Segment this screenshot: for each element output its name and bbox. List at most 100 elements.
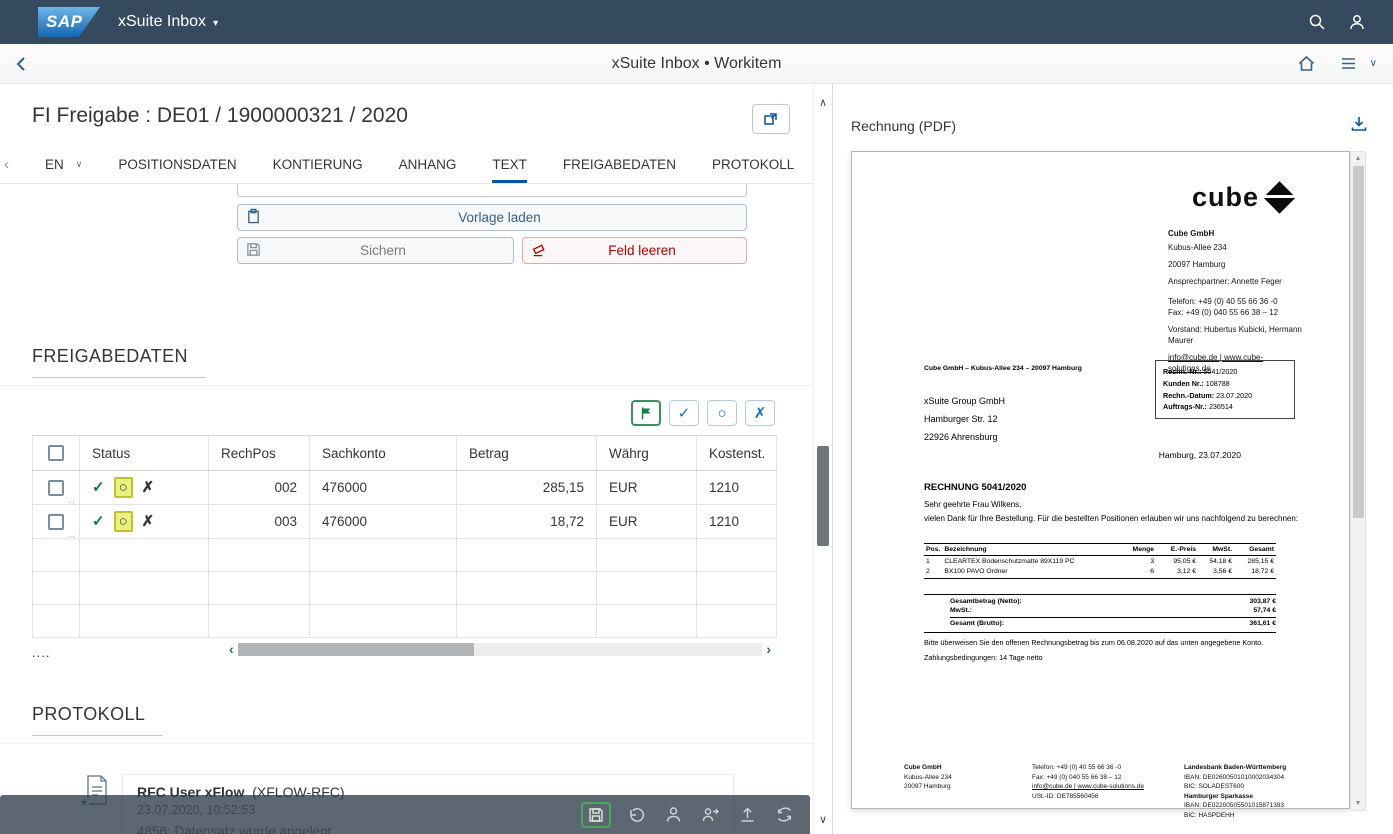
back-button[interactable] — [0, 44, 44, 84]
status-approve-icon[interactable]: ✓ — [92, 514, 105, 529]
cube-logo-text: cube — [1192, 182, 1259, 213]
freigabedaten-heading: FREIGABEDATEN — [32, 346, 206, 378]
invoice-company-block: Cube GmbH Kubus-Allee 234 20097 Hamburg … — [1168, 228, 1304, 374]
flag-button[interactable] — [631, 400, 661, 426]
protokoll-heading: PROTOKOLL — [32, 704, 163, 736]
assign-user-icon[interactable] — [661, 803, 685, 827]
reject-all-button[interactable]: ✗ — [745, 400, 775, 426]
table-row: .. ✓ ○ ✗ 003 476000 18,72 EUR 1210 — [33, 505, 777, 539]
select-all-checkbox[interactable] — [48, 445, 64, 461]
invoice-item-row: 1 CLEARTEX Bodenschutzmatte 89X119 PC 3 … — [924, 556, 1276, 567]
table-hscrollbar[interactable] — [238, 643, 763, 656]
upload-icon[interactable] — [735, 803, 759, 827]
cube-logo: cube — [1192, 182, 1291, 213]
status-hold-icon[interactable]: ○ — [114, 477, 133, 498]
pdf-scroll-up-icon[interactable]: ▲ — [1351, 155, 1365, 162]
pdf-scrollbar[interactable]: ▲ ▼ — [1350, 151, 1366, 811]
approve-all-button[interactable]: ✓ — [669, 400, 699, 426]
cell-sachkonto: 476000 — [310, 471, 457, 505]
open-in-window-button[interactable] — [752, 104, 790, 134]
save-text-button[interactable]: Sichern — [237, 237, 514, 264]
app-title-dropdown-icon: ▾ — [213, 18, 218, 29]
invoice-totals: Gesamtbetrag (Netto):303,87 € MwSt.:57,7… — [924, 594, 1276, 633]
invoice-page: cube Cube GmbH Kubus-Allee 234 20097 Ham… — [851, 151, 1350, 809]
col-waehrg[interactable]: Währg — [597, 436, 697, 471]
invoice-salutation: Sehr geehrte Frau Wilkens, — [924, 500, 1021, 509]
undo-icon[interactable] — [624, 803, 648, 827]
freigabe-toolbar: ✓ ○ ✗ — [0, 400, 775, 426]
tab-anhang[interactable]: ANHANG — [399, 146, 457, 183]
clear-field-button[interactable]: Feld leeren — [522, 237, 747, 264]
page-title: FI Freigabe : DE01 / 1900000321 / 2020 — [32, 104, 408, 128]
invoice-payment-note: Bitte überweisen Sie den offenen Rechnun… — [924, 638, 1324, 647]
tab-positionsdaten[interactable]: POSITIONSDATEN — [118, 146, 236, 183]
row-checkbox[interactable] — [48, 480, 64, 496]
pdf-scrollbar-thumb[interactable] — [1353, 166, 1364, 518]
status-hold-icon[interactable]: ○ — [114, 511, 133, 532]
col-betrag[interactable]: Betrag — [457, 436, 597, 471]
download-icon[interactable] — [1349, 114, 1369, 137]
section-divider — [0, 385, 832, 386]
section-divider — [0, 743, 832, 744]
tab-partial-label: EN — [45, 157, 64, 172]
table-more-indicator[interactable]: .... — [32, 645, 225, 660]
table-hscrollbar-thumb[interactable] — [238, 643, 474, 656]
tab-kontierung[interactable]: KONTIERUNG — [273, 146, 363, 183]
cell-waehrg: EUR — [597, 471, 697, 505]
tab-partial-en[interactable]: EN ∨ — [45, 146, 82, 183]
menu-dropdown-icon[interactable]: ∨ — [1370, 58, 1377, 69]
status-reject-icon[interactable]: ✗ — [142, 514, 155, 529]
empty-table-row — [33, 605, 777, 638]
hold-all-button[interactable]: ○ — [707, 400, 737, 426]
cell-waehrg: EUR — [597, 505, 697, 539]
status-approve-icon[interactable]: ✓ — [92, 480, 105, 495]
tab-dropdown-icon: ∨ — [76, 159, 83, 170]
app-title-menu[interactable]: xSuite Inbox ▾ — [118, 13, 218, 31]
tab-text[interactable]: TEXT — [492, 146, 527, 183]
col-sachkonto[interactable]: Sachkonto — [310, 436, 457, 471]
scroll-up-icon[interactable]: ∧ — [814, 96, 832, 109]
row-resize-dots: .. — [68, 529, 76, 539]
left-panel-scrollbar[interactable]: ∧ ∨ — [813, 84, 832, 834]
pdf-title: Rechnung (PDF) — [851, 118, 956, 134]
user-icon[interactable] — [1337, 2, 1377, 42]
save-action-button[interactable] — [581, 802, 611, 828]
invoice-recipient: xSuite Group GmbH Hamburger Str. 12 2292… — [924, 392, 1005, 446]
forward-user-icon[interactable] — [698, 803, 722, 827]
cell-rechpos: 002 — [209, 471, 310, 505]
status-reject-icon[interactable]: ✗ — [142, 480, 155, 495]
invoice-terms: Zahlungsbedingungen: 14 Tage netto — [924, 653, 1043, 662]
table-scroll-right-icon[interactable]: › — [762, 641, 775, 657]
table-row: .. ✓ ○ ✗ 002 476000 285,15 EUR 1210 — [33, 471, 777, 505]
breadcrumb: xSuite Inbox • Workitem — [0, 55, 1393, 73]
cube-diamond-icon — [1263, 181, 1296, 214]
col-status[interactable]: Status — [80, 436, 209, 471]
search-icon[interactable] — [1297, 2, 1337, 42]
col-rechpos[interactable]: RechPos — [209, 436, 310, 471]
tab-freigabedaten[interactable]: FREIGABEDATEN — [563, 146, 676, 183]
workitem-panel: FI Freigabe : DE01 / 1900000321 / 2020 ‹… — [0, 84, 833, 834]
cross-icon: ✗ — [754, 404, 767, 422]
home-icon[interactable] — [1290, 47, 1324, 81]
load-template-button[interactable]: Vorlage laden — [237, 204, 747, 231]
table-scroll-left-icon[interactable]: ‹ — [225, 641, 238, 657]
tab-overflow-left-icon[interactable]: ‹ — [4, 146, 9, 183]
sync-icon[interactable] — [772, 803, 796, 827]
pdf-scroll-down-icon[interactable]: ▼ — [1351, 800, 1365, 807]
invoice-footer: Cube GmbH Kubus-Allee 234 20097 Hamburg … — [904, 763, 1342, 820]
sap-logo[interactable]: SAP — [38, 7, 100, 37]
invoice-heading: RECHNUNG 5041/2020 — [924, 482, 1026, 493]
footer-action-bar — [0, 795, 810, 834]
invoice-sender-line: Cube GmbH – Kubus-Allee 234 – 20097 Hamb… — [924, 365, 1082, 372]
row-checkbox[interactable] — [48, 514, 64, 530]
shell-bar: SAP xSuite Inbox ▾ — [0, 0, 1393, 44]
menu-icon[interactable] — [1332, 47, 1366, 81]
invoice-meta-box: Rechn.-Nr.: 5041/2020 Kunden Nr.: 108788… — [1155, 360, 1295, 419]
table-header-row: Status RechPos Sachkonto Betrag Währg Ko… — [33, 436, 777, 471]
scroll-down-icon[interactable]: ∨ — [814, 813, 832, 826]
col-kostenst[interactable]: Kostenst. — [697, 436, 777, 471]
tab-protokoll[interactable]: PROTOKOLL — [712, 146, 794, 183]
text-area-partial[interactable] — [237, 184, 747, 197]
cell-rechpos: 003 — [209, 505, 310, 539]
left-panel-scrollbar-thumb[interactable] — [817, 446, 829, 546]
